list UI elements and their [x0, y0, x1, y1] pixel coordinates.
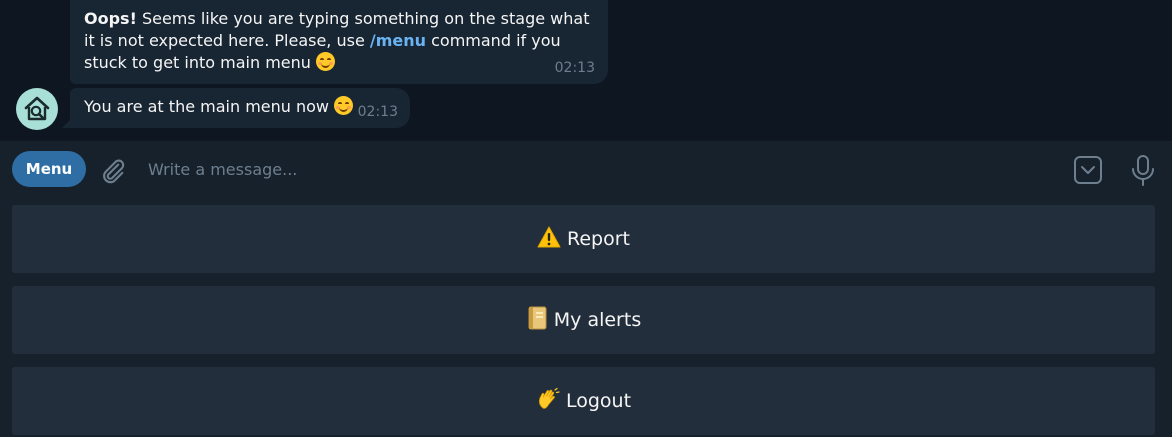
- my-alerts-button-label: My alerts: [553, 309, 642, 331]
- logout-button-label: Logout: [565, 390, 632, 412]
- microphone-icon[interactable]: [1130, 155, 1156, 191]
- chat-history: Oops! Seems like you are typing somethin…: [0, 0, 1172, 140]
- waving-hand-icon: [536, 387, 560, 416]
- smiling-face-emoji-icon: [334, 96, 354, 115]
- paperclip-icon[interactable]: [99, 157, 127, 189]
- smiling-face-emoji-icon: [316, 52, 336, 71]
- bot-avatar[interactable]: [16, 88, 58, 130]
- report-button[interactable]: Report: [12, 205, 1155, 273]
- message-time: 02:13: [554, 60, 595, 76]
- menu-command-link[interactable]: /menu: [370, 31, 426, 50]
- report-button-label: Report: [567, 228, 630, 250]
- warning-icon: [537, 226, 561, 253]
- my-alerts-button[interactable]: My alerts: [12, 286, 1155, 354]
- message-time: 02:13: [357, 104, 398, 120]
- message-text-part: You are at the main menu now: [84, 97, 330, 116]
- house-search-icon: [24, 96, 50, 121]
- logout-button[interactable]: Logout: [12, 367, 1155, 435]
- message-text: You are at the main menu now: [84, 96, 354, 118]
- bot-keyboard-toggle-icon[interactable]: [1073, 155, 1103, 189]
- menu-button[interactable]: Menu: [12, 151, 86, 187]
- message-bubble: Oops! Seems like you are typing somethin…: [70, 0, 608, 84]
- message-input[interactable]: [148, 155, 1028, 183]
- message-input-bar: Menu: [0, 140, 1172, 198]
- message-bold-prefix: Oops!: [84, 9, 137, 28]
- message-bubble: You are at the main menu now 02:13: [62, 88, 410, 128]
- message-text: Oops! Seems like you are typing somethin…: [84, 8, 599, 74]
- notebook-icon: [526, 306, 548, 335]
